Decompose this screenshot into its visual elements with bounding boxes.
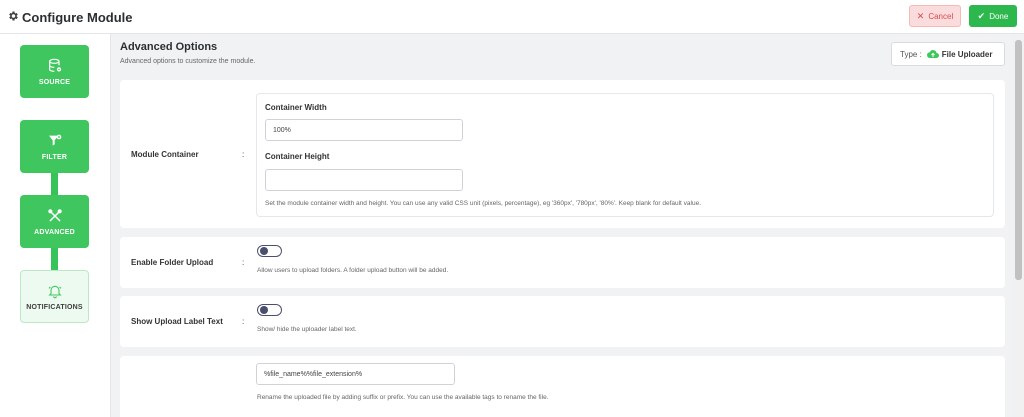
step-advanced[interactable]: ADVANCED <box>20 195 89 248</box>
module-container-label: Module Container <box>131 150 199 159</box>
type-value: File Uploader <box>941 49 993 59</box>
close-icon: ✕ <box>916 10 925 21</box>
check-icon: ✔ <box>977 10 986 21</box>
module-container-colon: : <box>242 150 245 159</box>
done-button-label: Done <box>989 11 1009 21</box>
step-source-label: SOURCE <box>38 78 71 86</box>
type-prefix: Type : <box>900 49 922 59</box>
rename-pattern-input[interactable]: %file_name%%file_extension% <box>256 363 455 385</box>
section-subheading: Advanced options to customize the module… <box>120 58 256 65</box>
tools-icon <box>47 208 62 221</box>
module-container-card: Module Container : Container Width 100% … <box>120 80 1005 228</box>
top-bar: Configure Module ✕ Cancel ✔ Done <box>0 0 1024 34</box>
main-content: Advanced Options Advanced options to cus… <box>111 34 1013 417</box>
scrollbar-thumb[interactable] <box>1015 40 1022 280</box>
step-filter[interactable]: FILTER <box>20 120 89 173</box>
container-height-label: Container Height <box>265 152 330 161</box>
cloud-upload-icon <box>926 50 939 59</box>
container-width-input[interactable]: 100% <box>265 119 463 141</box>
filter-icon <box>48 134 61 146</box>
rename-help: Rename the uploaded file by adding suffi… <box>257 394 549 401</box>
cancel-button-label: Cancel <box>928 11 954 21</box>
folder-upload-card: Enable Folder Upload : Allow users to up… <box>120 237 1005 288</box>
folder-upload-toggle[interactable] <box>257 245 282 257</box>
upload-label-help: Show/ hide the uploader label text. <box>257 326 357 333</box>
page-title: Configure Module <box>22 10 133 25</box>
container-width-label: Container Width <box>265 103 327 112</box>
cancel-button[interactable]: ✕ Cancel <box>909 5 961 27</box>
upload-label-toggle[interactable] <box>257 304 282 316</box>
step-notifications-label: NOTIFICATIONS <box>26 303 83 311</box>
folder-upload-colon: : <box>242 258 245 267</box>
upload-label-card: Show Upload Label Text : Show/ hide the … <box>120 296 1005 347</box>
module-type-badge: Type : File Uploader <box>891 42 1005 66</box>
bell-icon <box>47 285 62 298</box>
container-height-input[interactable] <box>265 169 463 191</box>
rename-file-card: %file_name%%file_extension% Rename the u… <box>120 356 1005 417</box>
toggle-knob <box>260 247 268 255</box>
step-source[interactable]: SOURCE <box>20 45 89 98</box>
container-size-group: Container Width 100% Container Height Se… <box>256 93 994 217</box>
page-scrollbar[interactable] <box>1013 34 1024 417</box>
database-icon <box>48 58 61 72</box>
step-filter-label: FILTER <box>41 153 68 161</box>
gear-icon <box>9 11 18 21</box>
section-heading: Advanced Options <box>120 41 218 53</box>
done-button[interactable]: ✔ Done <box>969 5 1017 27</box>
toggle-knob <box>260 306 268 314</box>
upload-label-text-label: Show Upload Label Text <box>131 317 223 326</box>
step-notifications[interactable]: NOTIFICATIONS <box>20 270 89 323</box>
folder-upload-label: Enable Folder Upload <box>131 258 214 267</box>
folder-upload-help: Allow users to upload folders. A folder … <box>257 267 449 274</box>
wizard-sidebar: SOURCE FILTER ADVANCED NOTIFICATIONS <box>0 34 111 417</box>
step-advanced-label: ADVANCED <box>34 228 75 236</box>
upload-label-colon: : <box>242 317 245 326</box>
container-size-help: Set the module container width and heigh… <box>265 200 702 207</box>
